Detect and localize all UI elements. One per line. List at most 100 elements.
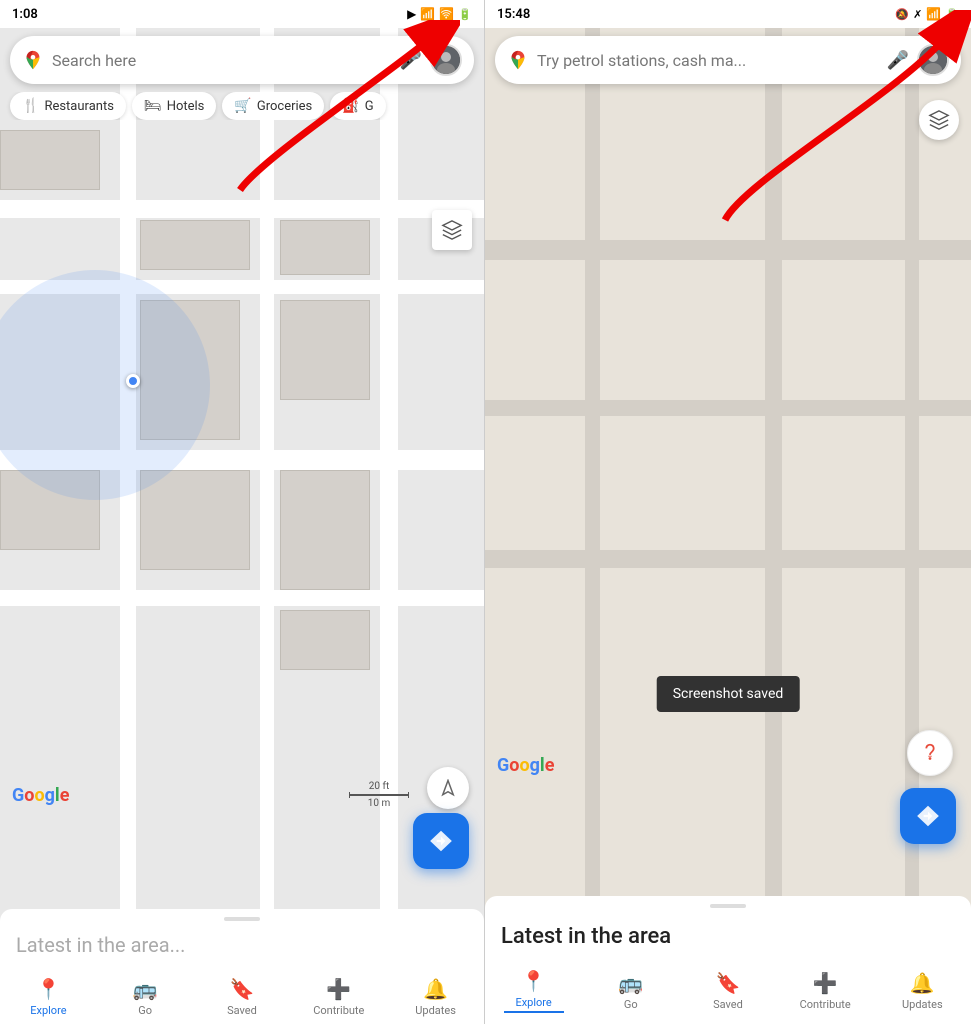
bottom-panel-left: Latest in the area... 📍 Explore 🚌 Go 🔖 S… — [0, 909, 484, 1024]
wifi-icon: 🛜 — [439, 7, 454, 21]
maps-logo-left — [22, 49, 44, 71]
hotels-icon: 🛏 — [144, 98, 162, 114]
road — [0, 200, 484, 218]
latest-text-left: Latest in the area... — [0, 929, 484, 969]
nav-explore-right[interactable]: 📍 Explore — [504, 969, 564, 1013]
layer-button-left[interactable] — [432, 210, 472, 250]
building — [280, 300, 370, 400]
explore-label-left: Explore — [30, 1004, 66, 1017]
go-icon-right: 🚌 — [618, 971, 643, 995]
mic-icon-right[interactable]: 🎤 — [887, 50, 909, 71]
road — [380, 0, 398, 1024]
search-placeholder-left: Search here — [52, 51, 400, 70]
nav-go-right[interactable]: 🚌 Go — [601, 971, 661, 1011]
building — [280, 470, 370, 590]
question-icon-right — [919, 742, 941, 764]
avatar-image-left — [432, 46, 460, 74]
contribute-label-right: Contribute — [800, 998, 851, 1011]
building — [280, 610, 370, 670]
scale-line-outer-left — [349, 794, 409, 796]
directions-icon-right — [915, 803, 941, 829]
road-rv3 — [905, 0, 919, 1024]
scale-text-top-left: 20 ft — [349, 781, 409, 792]
road-r2 — [485, 400, 971, 416]
category-gas[interactable]: ⛽ G — [330, 92, 385, 120]
directions-fab-left[interactable] — [413, 813, 469, 869]
nav-contribute-right[interactable]: ➕ Contribute — [795, 971, 855, 1011]
gas-label: G — [365, 99, 374, 114]
mic-icon-left[interactable]: 🎤 — [400, 50, 422, 71]
road-r1 — [485, 240, 971, 260]
signal-icon: 📶 — [420, 7, 435, 21]
bottom-panel-right: Latest in the area 📍 Explore 🚌 Go 🔖 Save… — [485, 896, 971, 1024]
search-placeholder-right: Try petrol stations, cash ma... — [537, 51, 887, 70]
go-label-right: Go — [624, 998, 638, 1011]
search-bar-left[interactable]: Search here 🎤 — [10, 36, 474, 84]
status-bar-right: 15:48 🔕 ✗ 📶 🔋 — [485, 0, 971, 28]
status-icons-left: ▶ 📶 🛜 🔋 — [407, 7, 472, 21]
nav-saved-right[interactable]: 🔖 Saved — [698, 971, 758, 1011]
phone-left: 1:08 ▶ 📶 🛜 🔋 Search here 🎤 — [0, 0, 485, 1024]
status-icons-right: 🔕 ✗ 📶 🔋 — [895, 7, 959, 21]
maps-logo-right — [507, 49, 529, 71]
building — [0, 130, 100, 190]
nav-saved-left[interactable]: 🔖 Saved — [212, 977, 272, 1017]
updates-icon-right: 🔔 — [910, 971, 935, 995]
nav-explore-left[interactable]: 📍 Explore — [18, 977, 78, 1017]
saved-icon-right: 🔖 — [716, 971, 741, 995]
road — [260, 0, 274, 1024]
saved-icon-left: 🔖 — [230, 977, 255, 1001]
latest-text-right: Latest in the area — [485, 916, 971, 961]
google-logo-left: Google — [12, 785, 69, 806]
road-rv2 — [765, 0, 782, 1024]
phone-right: 15:48 🔕 ✗ 📶 🔋 Try petrol stations, cash … — [485, 0, 971, 1024]
contribute-icon-left: ➕ — [326, 977, 351, 1001]
saved-label-right: Saved — [713, 998, 743, 1011]
status-time-right: 15:48 — [497, 7, 530, 22]
hotels-label: Hotels — [167, 99, 205, 114]
scale-text-bottom-left: 10 m — [349, 798, 409, 809]
bottom-nav-left: 📍 Explore 🚌 Go 🔖 Saved ➕ Contribute 🔔 Up… — [0, 969, 484, 1024]
directions-icon-left — [428, 828, 454, 854]
explore-icon-right: 📍 — [521, 969, 546, 993]
question-fab-right[interactable] — [907, 730, 953, 776]
contribute-icon-right: ➕ — [813, 971, 838, 995]
battery-icon-right: 🔋 — [945, 8, 959, 21]
categories-left: 🍴 Restaurants 🛏 Hotels 🛒 Groceries ⛽ G — [0, 92, 484, 120]
layer-button-right[interactable] — [919, 100, 959, 140]
avatar-right[interactable] — [917, 44, 949, 76]
bottom-handle-left — [224, 917, 260, 921]
category-hotels[interactable]: 🛏 Hotels — [132, 92, 217, 120]
google-logo-right: Google — [497, 755, 554, 776]
toast-right: Screenshot saved — [657, 676, 800, 712]
nav-updates-right[interactable]: 🔔 Updates — [892, 971, 952, 1011]
scale-bar-left: 20 ft 10 m — [349, 781, 409, 809]
avatar-left[interactable] — [430, 44, 462, 76]
layers-icon-left — [441, 219, 463, 241]
road — [120, 0, 136, 1024]
go-label-left: Go — [138, 1004, 152, 1017]
building — [140, 470, 250, 570]
location-status-icon: ▶ — [407, 7, 416, 21]
road-rv1 — [585, 0, 600, 1024]
category-groceries[interactable]: 🛒 Groceries — [222, 92, 324, 120]
mute-icon: 🔕 — [895, 8, 909, 21]
category-restaurants[interactable]: 🍴 Restaurants — [10, 92, 126, 120]
updates-label-right: Updates — [902, 998, 943, 1011]
toast-text-right: Screenshot saved — [673, 686, 784, 702]
search-bar-right[interactable]: Try petrol stations, cash ma... 🎤 — [495, 36, 961, 84]
saved-label-left: Saved — [227, 1004, 257, 1017]
building — [280, 220, 370, 275]
updates-label-left: Updates — [415, 1004, 456, 1017]
nav-contribute-left[interactable]: ➕ Contribute — [309, 977, 369, 1017]
map-left — [0, 0, 484, 1024]
groceries-icon: 🛒 — [234, 98, 251, 114]
avatar-image-right — [919, 46, 947, 74]
navigation-button-left[interactable] — [427, 767, 469, 809]
directions-fab-right[interactable] — [900, 788, 956, 844]
explore-icon-left: 📍 — [36, 977, 61, 1001]
updates-icon-left: 🔔 — [423, 977, 448, 1001]
bottom-nav-right: 📍 Explore 🚌 Go 🔖 Saved ➕ Contribute 🔔 Up… — [485, 961, 971, 1024]
nav-go-left[interactable]: 🚌 Go — [115, 977, 175, 1017]
nav-updates-left[interactable]: 🔔 Updates — [406, 977, 466, 1017]
